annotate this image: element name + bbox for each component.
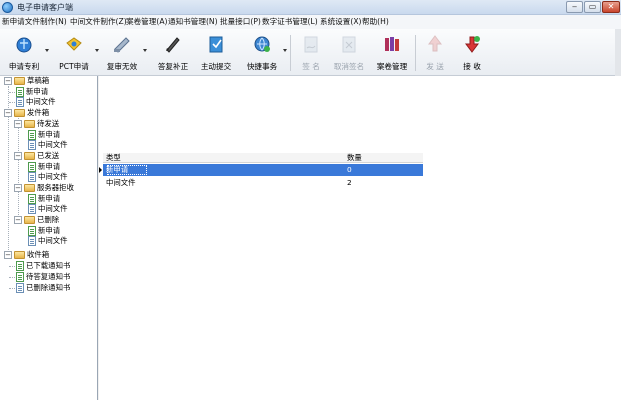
- chevron-down-icon[interactable]: [283, 49, 287, 52]
- folder-tree: − 草稿箱 新申请 中间文件 − 发件箱 − 待发送 新申请 中间文件 − 已发…: [0, 76, 98, 400]
- reply-correct-icon: [166, 37, 180, 53]
- toolbar-pct-apply-button[interactable]: PCT申请: [53, 33, 95, 73]
- cell-type: 新申请: [106, 165, 129, 174]
- cell-count: 2: [347, 178, 352, 187]
- cell-type: 中间文件: [106, 178, 136, 187]
- table-row[interactable]: 新申请 0: [99, 164, 423, 176]
- toolbar: 申请专利 PCT申请 复审无效 答复补正 主动提交 快捷事务 签 名 取消签名 …: [0, 29, 621, 76]
- toolbar-review-invalid-button[interactable]: 复审无效: [101, 33, 143, 73]
- folder-icon: [24, 120, 35, 128]
- receive-icon: [465, 36, 480, 53]
- menu-help[interactable]: 帮助(H): [362, 16, 389, 27]
- toolbar-send-button[interactable]: 发 送: [414, 33, 456, 73]
- document-icon: [28, 172, 36, 182]
- menu-certificate-management[interactable]: 数字证书管理(L): [262, 16, 318, 27]
- collapse-icon[interactable]: −: [4, 77, 12, 85]
- cell-count: 0: [347, 165, 352, 174]
- minimize-button[interactable]: ‒: [566, 1, 583, 13]
- toolbar-quick-task-button[interactable]: 快捷事务: [241, 33, 283, 73]
- menu-bar: 新申请文件制作(N) 中间文件制作(Z) 案卷管理(A) 通知书管理(N) 批量…: [0, 15, 621, 29]
- toolbar-case-manage-button[interactable]: 案卷管理: [371, 33, 413, 73]
- toolbar-active-submit-button[interactable]: 主动提交: [195, 33, 237, 73]
- table-row[interactable]: 中间文件 2: [103, 177, 423, 189]
- toolbar-receive-button[interactable]: 接 收: [451, 33, 493, 73]
- collapse-icon[interactable]: −: [14, 120, 22, 128]
- document-icon: [28, 130, 36, 140]
- row-indicator-icon: [99, 167, 102, 173]
- toolbar-reply-correct-button[interactable]: 答复补正: [152, 33, 194, 73]
- title-bar: 电子申请客户端 ‒ ▭ ✕: [0, 0, 621, 15]
- case-manage-icon: [385, 37, 399, 51]
- document-icon: [28, 204, 36, 214]
- review-invalid-icon: [114, 37, 130, 53]
- pct-apply-icon: [66, 37, 82, 51]
- active-submit-icon: [209, 36, 223, 53]
- patent-apply-icon: [16, 37, 32, 53]
- document-icon: [16, 261, 24, 271]
- folder-icon: [24, 152, 35, 160]
- collapse-icon[interactable]: −: [14, 216, 22, 224]
- menu-case-management[interactable]: 案卷管理(A): [126, 16, 168, 27]
- send-icon: [428, 35, 442, 52]
- toolbar-cancel-sign-button[interactable]: 取消签名: [328, 33, 370, 73]
- chevron-down-icon[interactable]: [45, 49, 49, 52]
- toolbar-scrollbar[interactable]: [615, 29, 621, 76]
- toolbar-patent-apply-button[interactable]: 申请专利: [3, 33, 45, 73]
- cancel-sign-icon: [342, 36, 356, 53]
- grid-header: 类型 数量: [103, 153, 423, 163]
- folder-icon: [14, 77, 25, 85]
- folder-icon: [14, 251, 25, 259]
- window-title: 电子申请客户端: [17, 3, 73, 12]
- document-icon: [28, 162, 36, 172]
- folder-icon: [14, 109, 25, 117]
- sign-icon: [304, 36, 318, 53]
- chevron-down-icon[interactable]: [143, 49, 147, 52]
- folder-icon: [24, 216, 35, 224]
- content-pane: 类型 数量 新申请 0 中间文件 2: [99, 76, 621, 400]
- menu-new-application[interactable]: 新申请文件制作(N): [2, 16, 67, 27]
- document-icon: [16, 272, 24, 282]
- document-icon: [16, 97, 24, 107]
- toolbar-sign-button[interactable]: 签 名: [290, 33, 332, 73]
- collapse-icon[interactable]: −: [14, 184, 22, 192]
- document-icon: [28, 194, 36, 204]
- document-icon: [16, 283, 24, 293]
- menu-intermediate-file[interactable]: 中间文件制作(Z): [70, 16, 127, 27]
- document-icon: [28, 140, 36, 150]
- menu-system-settings[interactable]: 系统设置(X): [320, 16, 362, 27]
- column-header-type[interactable]: 类型: [106, 153, 121, 163]
- collapse-icon[interactable]: −: [4, 251, 12, 259]
- document-icon: [28, 236, 36, 246]
- menu-batch-interface[interactable]: 批量接口(P): [220, 16, 261, 27]
- maximize-button[interactable]: ▭: [584, 1, 601, 13]
- chevron-down-icon[interactable]: [95, 49, 99, 52]
- quick-task-icon: [254, 36, 270, 52]
- document-icon: [28, 226, 36, 236]
- column-header-count[interactable]: 数量: [347, 153, 362, 163]
- folder-icon: [24, 184, 35, 192]
- document-icon: [16, 87, 24, 97]
- collapse-icon[interactable]: −: [4, 109, 12, 117]
- app-logo-icon: [2, 2, 13, 13]
- collapse-icon[interactable]: −: [14, 152, 22, 160]
- menu-notice-management[interactable]: 通知书管理(N): [168, 16, 218, 27]
- close-button[interactable]: ✕: [602, 1, 620, 13]
